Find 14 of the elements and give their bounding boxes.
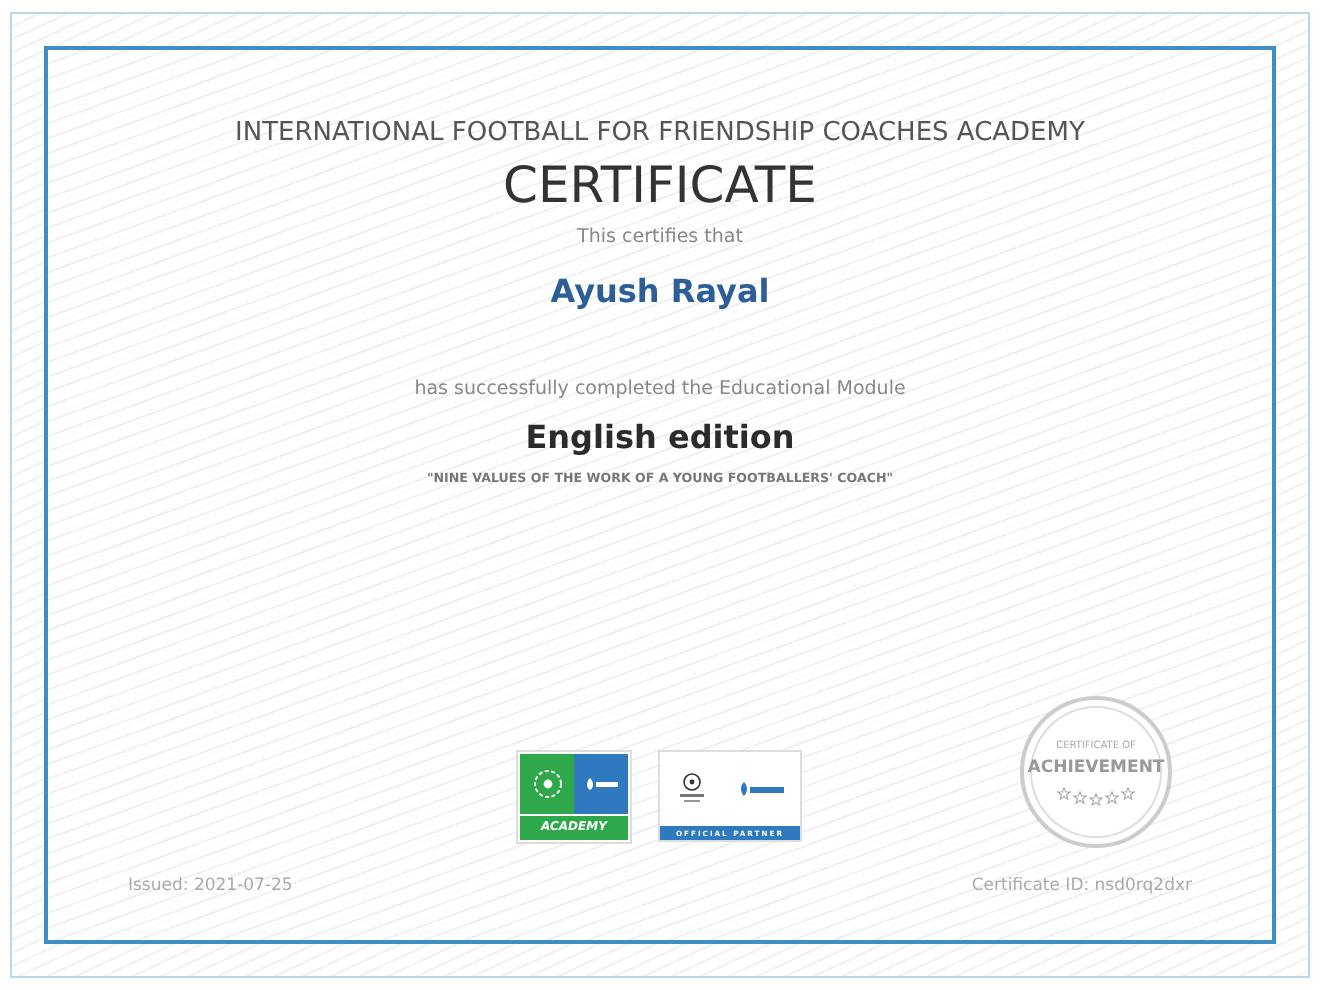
certificate-title: CERTIFICATE — [503, 156, 817, 214]
stars-icon — [1056, 785, 1136, 805]
seal-title: ACHIEVEMENT — [1027, 757, 1165, 777]
flame-icon — [737, 780, 785, 798]
ball-icon — [531, 767, 563, 799]
organization-name: INTERNATIONAL FOOTBALL FOR FRIENDSHIP COACHES ACADEMY — [235, 118, 1085, 148]
certificate-id: Certificate ID: nsd0rq2dxr — [971, 876, 1192, 896]
intro-text: This certifies that — [577, 226, 743, 248]
starball-icon — [675, 771, 707, 807]
completion-text: has successfully completed the Educational Module — [414, 378, 906, 400]
recipient-name: Ayush Rayal — [550, 272, 770, 310]
module-name: English edition — [525, 418, 795, 456]
issued-date: Issued: 2021-07-25 — [128, 876, 293, 896]
flame-icon — [583, 775, 619, 791]
